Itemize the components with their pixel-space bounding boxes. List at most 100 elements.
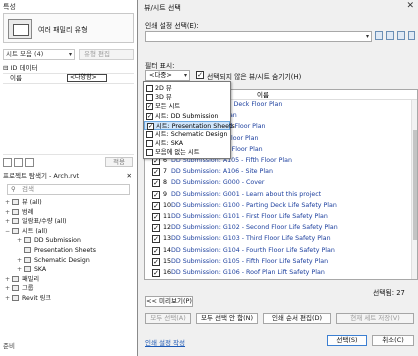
close-icon[interactable]: ✕ [127, 172, 132, 181]
row-name: DD Submission: G106 - Roof Plan Lift Saf… [171, 269, 325, 276]
row-number: 11 [163, 213, 172, 220]
filter-option-checkbox[interactable] [146, 140, 153, 148]
select-all-button[interactable]: 모두 선택(A) [145, 313, 191, 324]
filter-option[interactable]: ✓ 시트: Presentation Sheets [144, 120, 235, 130]
sort-icon[interactable] [3, 158, 12, 167]
tree-item[interactable]: + 범례 [5, 208, 33, 218]
tree-item-label: Presentation Sheets [34, 247, 96, 254]
properties-browser-panel: 특성 여러 패밀리 유형 시트 모음 (4) ▾ 유형 편집 ⊟ ID 데이터 … [0, 0, 138, 356]
delete-setting-icon[interactable] [397, 31, 405, 40]
tree-item[interactable]: + Revit 링크 [5, 294, 51, 304]
expand-toggle-icon[interactable]: + [17, 265, 24, 275]
tree-item[interactable]: + 그룹 [5, 284, 33, 294]
filter-option-checkbox[interactable]: ✓ [146, 103, 153, 111]
clear-all-button[interactable]: 모두 선택 안 함(N) [196, 313, 258, 324]
tree-item[interactable]: + 패밀리 [5, 275, 39, 285]
row-checkbox[interactable]: ✓ [152, 235, 160, 244]
row-name: DD Submission: G103 - Third Floor Life S… [171, 235, 331, 243]
hide-unselected-checkbox[interactable]: ✓ [196, 71, 204, 79]
properties-empty-area [3, 83, 134, 155]
print-settings-link[interactable]: 인쇄 설정 작성 [145, 337, 185, 347]
filter-option-checkbox[interactable]: ✓ [147, 122, 154, 130]
apply-button[interactable]: 적용 [105, 157, 133, 167]
row-name: DD Submission: G104 - Fourth Floor Life … [171, 246, 335, 254]
cancel-button[interactable]: 취소(C) [372, 335, 414, 346]
id-data-header[interactable]: ⊟ ID 데이터 [3, 64, 134, 73]
list-item[interactable]: ✓ 11 DD Submission: G101 - First Floor Lif… [145, 212, 417, 222]
edit-print-order-button[interactable]: 인쇄 순서 편집(D) [263, 313, 331, 324]
filter-option[interactable]: 시트: SKA [144, 139, 230, 148]
row-checkbox[interactable]: ✓ [152, 224, 160, 233]
print-setting-combo[interactable]: ▾ [145, 31, 372, 42]
row-checkbox[interactable]: ✓ [152, 246, 160, 255]
save-as-setting-icon[interactable] [408, 31, 415, 40]
filter-option-checkbox[interactable] [146, 149, 153, 157]
list-item[interactable]: ✓ 7 DD Submission: A106 - Site Plan [145, 167, 417, 177]
filter-option[interactable]: ✓ 시트: DD Submission [144, 112, 230, 121]
row-checkbox[interactable]: ✓ [152, 257, 160, 266]
expand-toggle-icon[interactable]: + [5, 294, 12, 304]
expand-toggle-icon[interactable]: + [5, 198, 12, 208]
filter-combo[interactable]: <다중> ▾ [145, 70, 190, 81]
row-number: 7 [163, 168, 168, 176]
tree-item[interactable]: + Schematic Design [17, 256, 90, 266]
list-item[interactable]: ✓ 9 DD Submission: G001 - Learn about this… [145, 190, 417, 200]
tree-item[interactable]: + 일람표/수량 (all) [5, 217, 67, 227]
expand-toggle-icon[interactable]: − [5, 227, 12, 237]
list-item[interactable]: ✓ 16 DD Submission: G106 - Roof Plan Lift … [145, 268, 417, 278]
instance-filter-dropdown[interactable]: 시트 모음 (4) ▾ [3, 49, 75, 60]
expand-toggle-icon[interactable]: + [17, 236, 24, 246]
tree-item[interactable]: + 뷰 (all) [5, 198, 42, 208]
close-icon[interactable]: ✕ [406, 1, 414, 11]
expand-toggle-icon[interactable]: + [5, 284, 12, 294]
tree-item[interactable]: + SKA [17, 265, 46, 275]
column-name-header[interactable]: 이름 [257, 90, 269, 100]
row-checkbox[interactable]: ✓ [152, 190, 160, 199]
filter-dropdown-list: 2D 뷰 3D 뷰 ✓ 모든 시트 ✓ 시트: DD Submission ✓ 시트: Pre… [143, 81, 235, 159]
save-current-set-button[interactable]: 현재 세트 저장(V) [336, 313, 414, 324]
list-item[interactable]: ✓ 10 DD Submission: G100 - Parting Deck Li… [145, 201, 417, 211]
name-value-field[interactable]: <다양함> [67, 74, 107, 82]
collapse-all-icon[interactable] [25, 158, 34, 167]
expand-toggle-icon[interactable]: + [5, 217, 12, 227]
ok-button[interactable]: 선택(S) [327, 335, 367, 346]
tree-item[interactable]: − 시트 (all) [5, 227, 47, 237]
filter-option[interactable]: 시트: Schematic Design [144, 130, 230, 139]
filter-option[interactable]: 3D 뷰 [144, 93, 230, 102]
tree-item[interactable]: Presentation Sheets [17, 246, 96, 256]
row-checkbox[interactable]: ✓ [152, 179, 160, 188]
row-number: 13 [163, 235, 172, 243]
scrollbar-thumb[interactable] [413, 130, 417, 240]
filter-option[interactable]: 모음에 없는 시트 [144, 148, 230, 157]
list-item[interactable]: ✓ 13 DD Submission: G103 - Third Floor Lif… [145, 234, 417, 244]
filter-option-checkbox[interactable] [146, 85, 153, 92]
expand-toggle-icon[interactable]: + [17, 256, 24, 266]
row-checkbox[interactable]: ✓ [152, 269, 160, 277]
expand-toggle-icon[interactable]: + [5, 275, 12, 285]
tree-item-label: 시트 (all) [22, 227, 48, 235]
row-checkbox[interactable]: ✓ [152, 168, 160, 177]
row-name: DD Submission: G001 - Learn about this p… [171, 190, 322, 198]
preview-toggle-button[interactable]: << 미리보기(P) [145, 296, 193, 307]
filter-option[interactable]: 2D 뷰 [144, 84, 230, 93]
rename-setting-icon[interactable] [386, 31, 394, 40]
row-checkbox[interactable]: ✓ [152, 213, 160, 221]
list-item[interactable]: ✓ 15 DD Submission: G105 - Fifth Floor Lif… [145, 257, 417, 267]
list-item[interactable]: ✓ 8 DD Submission: G000 - Cover [145, 178, 417, 188]
list-item[interactable]: ✓ 12 DD Submission: G102 - Second Floor Li… [145, 223, 417, 233]
edit-type-button[interactable]: 유형 편집 [79, 49, 134, 60]
browser-search-input[interactable]: ⚲ 검색 [7, 184, 130, 195]
expand-toggle-icon[interactable]: + [5, 208, 12, 218]
type-selector[interactable]: 여러 패밀리 유형 [3, 13, 134, 43]
save-setting-icon[interactable] [375, 31, 383, 40]
filter-option[interactable]: ✓ 모든 시트 [144, 102, 230, 111]
row-name: DD Submission: G000 - Cover [171, 179, 265, 187]
list-scrollbar[interactable] [411, 100, 417, 279]
filter-option-checkbox[interactable]: ✓ [146, 112, 153, 120]
expand-all-icon[interactable] [14, 158, 23, 167]
row-checkbox[interactable]: ✓ [152, 201, 160, 210]
tree-item[interactable]: + DD Submission [17, 236, 81, 246]
list-item[interactable]: ✓ 14 DD Submission: G104 - Fourth Floor Li… [145, 246, 417, 256]
filter-option-checkbox[interactable] [146, 94, 153, 102]
filter-option-checkbox[interactable] [146, 131, 153, 138]
